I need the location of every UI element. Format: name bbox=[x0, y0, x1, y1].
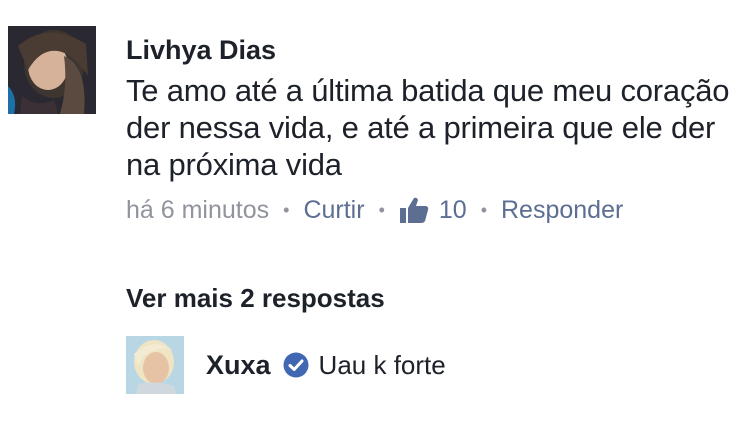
reply-item: Xuxa Uau k forte bbox=[126, 336, 446, 394]
avatar-image bbox=[126, 336, 184, 394]
comment-time[interactable]: há 6 minutos bbox=[126, 195, 269, 225]
comment-actions: há 6 minutos • Curtir • 10 • Responder bbox=[126, 195, 744, 225]
like-count-value: 10 bbox=[438, 196, 467, 224]
separator-dot: • bbox=[283, 200, 290, 220]
verified-badge-icon bbox=[283, 352, 309, 378]
like-button[interactable]: Curtir bbox=[303, 195, 364, 225]
reply-button[interactable]: Responder bbox=[501, 195, 623, 225]
reply-author[interactable]: Xuxa bbox=[206, 350, 271, 381]
comment-text: Te amo até a última batida que meu coraç… bbox=[126, 73, 730, 182]
separator-dot: • bbox=[378, 200, 385, 220]
separator-dot: • bbox=[480, 200, 487, 220]
reply-text: Uau k forte bbox=[318, 349, 446, 380]
comment-author[interactable]: Livhya Dias bbox=[126, 34, 744, 66]
avatar-image bbox=[8, 26, 96, 114]
like-count[interactable]: 10 bbox=[399, 195, 467, 225]
view-more-replies-link[interactable]: Ver mais 2 respostas bbox=[126, 282, 385, 314]
avatar[interactable] bbox=[126, 336, 184, 394]
avatar[interactable] bbox=[8, 26, 96, 114]
comment-body: Livhya Dias Te amo até a última batida q… bbox=[126, 34, 744, 225]
thumbs-up-icon bbox=[399, 197, 429, 223]
